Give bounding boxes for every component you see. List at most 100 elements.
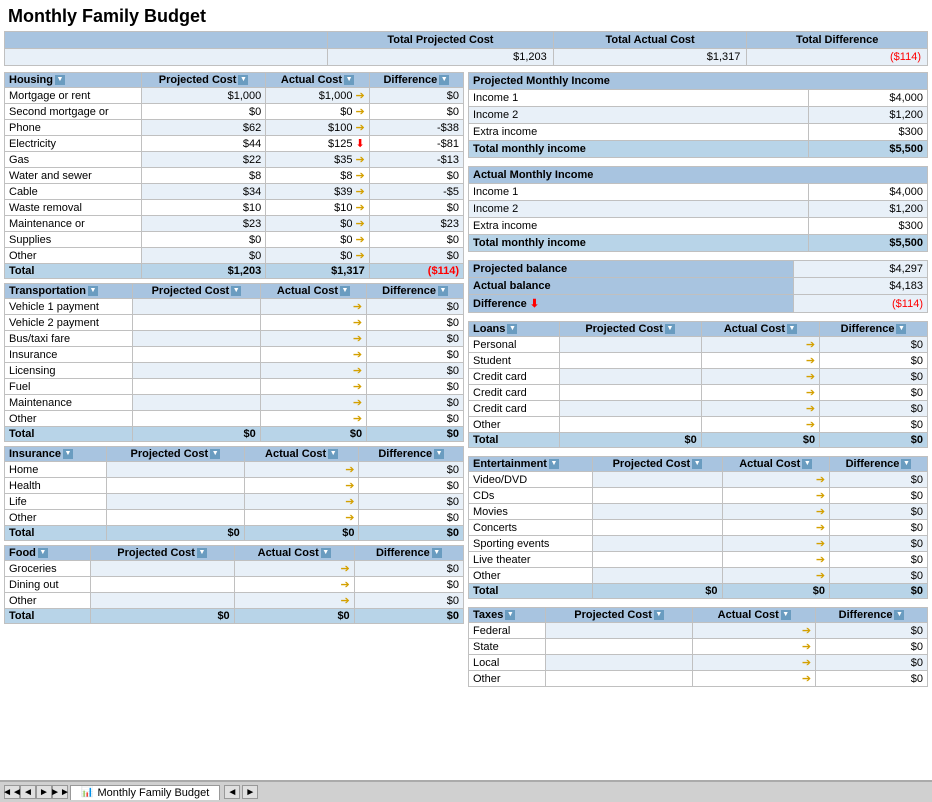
ins-proj-drop[interactable]: ▼ [210, 449, 220, 459]
tab-icon: 📊 [81, 787, 93, 798]
trans-proj-drop[interactable]: ▼ [231, 286, 241, 296]
list-item: $0 [354, 593, 463, 609]
list-item: $35 ➔ [266, 152, 369, 168]
list-item: Video/DVD [469, 472, 593, 488]
housing-diff-dropdown[interactable]: ▼ [439, 75, 449, 85]
tab-label: Monthly Family Budget [97, 787, 209, 799]
difference-value: ($114) [793, 295, 927, 313]
projected-income-table: Projected Monthly Income Income 1$4,000 … [468, 72, 928, 158]
housing-dropdown[interactable]: ▼ [55, 75, 65, 85]
list-item: $0 ➔ [266, 216, 369, 232]
housing-total-actual: $1,317 [266, 264, 369, 279]
housing-projected-dropdown[interactable]: ▼ [238, 75, 248, 85]
list-item: $0 [830, 584, 928, 599]
transportation-title: Transportation [9, 285, 86, 297]
transportation-dropdown[interactable]: ▼ [88, 286, 98, 296]
list-item: $0 [816, 671, 928, 687]
list-item: Licensing [5, 363, 133, 379]
housing-table: Housing ▼ Projected Cost ▼ Actual Cost ▼ [4, 72, 464, 279]
list-item: $0 [359, 526, 464, 541]
list-item: $1,000 [141, 88, 265, 104]
list-item: $0 [820, 417, 928, 433]
list-item: Income 1 [469, 90, 809, 107]
list-item [593, 552, 722, 568]
list-item: $0 [234, 609, 354, 624]
list-item [106, 510, 244, 526]
ins-act-drop[interactable]: ▼ [328, 449, 338, 459]
tab-scroll-right[interactable]: ► [242, 785, 258, 799]
list-item: $0 [816, 623, 928, 639]
list-item: $0 [367, 299, 464, 315]
list-item: ➔ [260, 379, 366, 395]
transportation-table: Transportation ▼ Projected Cost▼ Actual … [4, 283, 464, 442]
list-item: Income 1 [469, 184, 809, 201]
ent-diff-drop[interactable]: ▼ [901, 459, 911, 469]
ent-proj-drop[interactable]: ▼ [692, 459, 702, 469]
list-item: Groceries [5, 561, 91, 577]
list-item: ➔ [722, 488, 830, 504]
list-item [593, 504, 722, 520]
trans-diff-drop[interactable]: ▼ [438, 286, 448, 296]
tab-monthly-family-budget[interactable]: 📊 Monthly Family Budget [70, 785, 220, 800]
list-item: ➔ [234, 593, 354, 609]
list-item: $0 [816, 639, 928, 655]
list-item: Total [469, 584, 593, 599]
loans-proj-drop[interactable]: ▼ [665, 324, 675, 334]
list-item: $0 [359, 494, 464, 510]
food-diff-drop[interactable]: ▼ [432, 548, 442, 558]
ent-act-drop[interactable]: ▼ [802, 459, 812, 469]
list-item: Life [5, 494, 107, 510]
tab-nav-first[interactable]: ◄◄ [4, 785, 20, 799]
list-item: Bus/taxi fare [5, 331, 133, 347]
taxes-diff-drop[interactable]: ▼ [894, 610, 904, 620]
list-item: Total [5, 427, 133, 442]
housing-actual-dropdown[interactable]: ▼ [344, 75, 354, 85]
list-item: State [469, 639, 546, 655]
food-act-drop[interactable]: ▼ [321, 548, 331, 558]
taxes-proj-drop[interactable]: ▼ [654, 610, 664, 620]
housing-title: Housing [9, 74, 53, 86]
list-item: $0 [367, 315, 464, 331]
trans-act-drop[interactable]: ▼ [340, 286, 350, 296]
list-item: Live theater [469, 552, 593, 568]
list-item: Sporting events [469, 536, 593, 552]
list-item: Total [5, 609, 91, 624]
list-item: Supplies [5, 232, 142, 248]
entertainment-dropdown[interactable]: ▼ [549, 459, 559, 469]
list-item: $0 [367, 331, 464, 347]
housing-total-projected: $1,203 [141, 264, 265, 279]
loans-table: Loans▼ Projected Cost▼ Actual Cost▼ Diff… [468, 321, 928, 448]
list-item [545, 639, 693, 655]
housing-total-label: Total [5, 264, 142, 279]
list-item [106, 478, 244, 494]
taxes-act-drop[interactable]: ▼ [781, 610, 791, 620]
tab-nav-last[interactable]: ►► [52, 785, 68, 799]
list-item: $0 ➔ [266, 104, 369, 120]
list-item: $4,000 [808, 184, 927, 201]
loans-dropdown[interactable]: ▼ [507, 324, 517, 334]
insurance-dropdown[interactable]: ▼ [63, 449, 73, 459]
list-item: Gas [5, 152, 142, 168]
list-item: -$13 [369, 152, 463, 168]
list-item [593, 568, 722, 584]
food-proj-drop[interactable]: ▼ [197, 548, 207, 558]
food-dropdown[interactable]: ▼ [38, 548, 48, 558]
list-item: ➔ [260, 299, 366, 315]
taxes-dropdown[interactable]: ▼ [505, 610, 515, 620]
list-item: ➔ [722, 472, 830, 488]
list-item: Other [5, 510, 107, 526]
loans-diff-drop[interactable]: ▼ [896, 324, 906, 334]
list-item: $0 [830, 520, 928, 536]
tab-nav-prev[interactable]: ◄ [20, 785, 36, 799]
list-item: $10 [141, 200, 265, 216]
list-item [593, 536, 722, 552]
tab-scroll-left[interactable]: ◄ [224, 785, 240, 799]
list-item: $0 [354, 609, 463, 624]
balance-table: Projected balance $4,297 Actual balance … [468, 260, 928, 313]
list-item: ➔ [701, 337, 819, 353]
ins-diff-drop[interactable]: ▼ [434, 449, 444, 459]
list-item: $0 [820, 353, 928, 369]
loans-act-drop[interactable]: ▼ [787, 324, 797, 334]
list-item: Total monthly income [469, 235, 809, 252]
list-item: $0 [820, 385, 928, 401]
